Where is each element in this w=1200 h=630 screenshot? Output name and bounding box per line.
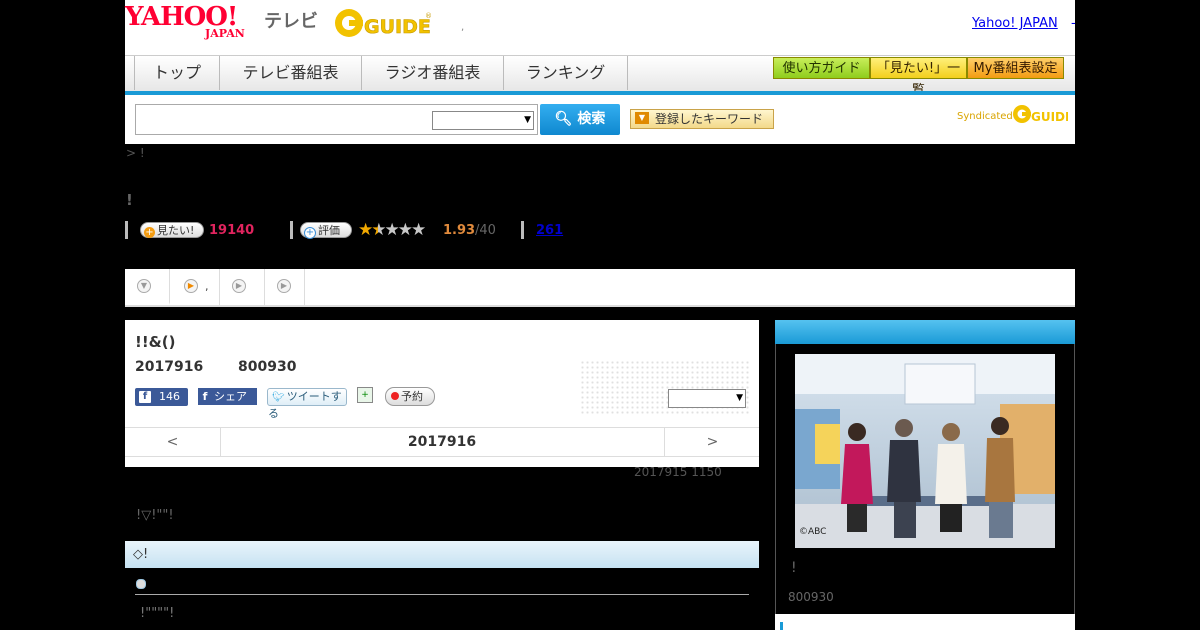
star-full-icon: ★ <box>358 220 373 240</box>
side-program-time: 800930 <box>788 590 834 604</box>
side-program-title: ! <box>791 560 797 576</box>
rating-max: /40 <box>475 223 496 238</box>
yahoo-logo-sub: JAPAN <box>205 27 245 40</box>
section-text: !""""! <box>140 606 175 621</box>
want-count: 19140 <box>209 223 255 238</box>
nav-top[interactable]: トップ <box>135 56 220 90</box>
chevron-down-circle-icon: ▼ <box>137 279 151 293</box>
reserve-label: 予約 <box>401 390 423 403</box>
syndicated-label: Syndicated <box>957 111 1013 122</box>
gguide-text: GUIDE <box>364 16 431 38</box>
yahoo-japan-link[interactable]: Yahoo! JAPAN <box>972 16 1058 31</box>
like-count: 146 <box>159 390 180 403</box>
want-button[interactable]: + 見たい! <box>140 222 204 238</box>
program-photo[interactable]: ©ABC <box>795 354 1055 548</box>
play-circle-icon: ▶ <box>277 279 291 293</box>
rate-button-label: 評価 <box>318 224 340 237</box>
chevron-down-icon: ▼ <box>524 115 531 125</box>
share-label: シェア <box>214 390 247 403</box>
plus-icon: + <box>304 227 316 239</box>
want-button-label: 見たい! <box>157 224 195 237</box>
prev-day-button[interactable]: < <box>125 428 221 456</box>
tab-3[interactable]: ▶ <box>265 269 305 305</box>
yahoo-japan-sep: - <box>1071 16 1076 31</box>
star-empty-icon: ★ <box>397 220 413 240</box>
episode-date: 2017916 <box>135 359 204 375</box>
rate-button[interactable]: + 評価 <box>300 222 352 239</box>
twitter-bird-icon: 🐦︎ <box>272 392 285 403</box>
nav-radio-schedule[interactable]: ラジオ番組表 <box>362 56 504 90</box>
rating-stars: ★★★★★ <box>358 220 426 240</box>
episode-headline: !▽!""! <box>136 508 174 523</box>
svg-text:®: ® <box>425 12 432 20</box>
photo-credit: ©ABC <box>799 527 826 537</box>
record-icon <box>391 392 399 400</box>
section-header <box>125 541 759 568</box>
search-icon: 🔍︎ <box>554 111 573 127</box>
gguide-logo[interactable]: GUIDE ® <box>334 6 432 40</box>
side-panel-footer <box>775 614 1075 630</box>
tab-0[interactable]: ▼ <box>125 269 170 305</box>
episode-title: !!&() <box>135 333 176 351</box>
facebook-icon: f <box>202 390 208 403</box>
header-dot: , <box>461 22 465 33</box>
nav-ranking[interactable]: ランキング <box>504 56 628 90</box>
play-circle-icon: ▶ <box>184 279 198 293</box>
keyword-button-label: 登録したキーワード <box>655 112 764 126</box>
search-category-select[interactable]: ▼ <box>432 111 534 130</box>
side-footer-accent <box>780 622 783 630</box>
search-button[interactable]: 🔍︎ 検索 <box>540 104 620 135</box>
episode-select[interactable]: ▼ <box>668 389 746 408</box>
next-day-button[interactable]: > <box>664 428 760 456</box>
reserve-button[interactable]: 予約 <box>385 387 435 406</box>
search-button-label: 検索 <box>577 111 606 127</box>
arrow-down-icon: ▼ <box>635 112 649 124</box>
tab-label: , <box>205 280 209 293</box>
star-half-icon: ★ <box>371 220 386 240</box>
want-list-button[interactable]: 「見たい!」一覧 <box>870 57 967 98</box>
program-title: ! <box>126 191 133 209</box>
episode-time: 800930 <box>238 359 297 375</box>
section-divider <box>135 594 749 595</box>
tweet-button[interactable]: 🐦︎ ツイートする <box>267 388 347 420</box>
current-day: 2017916 <box>407 434 477 450</box>
stat-divider <box>290 221 293 239</box>
facebook-share-button[interactable]: f シェア <box>198 388 257 405</box>
rating-value: 1.93 <box>443 223 476 238</box>
play-circle-icon: ▶ <box>232 279 246 293</box>
plus-icon: + <box>144 227 155 238</box>
my-schedule-button[interactable]: My番組表設定 <box>967 57 1064 79</box>
gguide-small-text: GUIDE <box>1031 110 1068 124</box>
stat-divider <box>521 221 524 239</box>
facebook-icon: f <box>139 391 151 403</box>
stat-divider <box>125 221 128 239</box>
keyword-button[interactable]: ▼ 登録したキーワード <box>630 109 774 129</box>
updated-timestamp: 2017915 1150 <box>634 465 722 479</box>
section-title: ◇! <box>133 547 149 562</box>
guide-button[interactable]: 使い方ガイド <box>773 57 870 79</box>
tab-1[interactable]: ▶ , <box>170 269 220 305</box>
chevron-down-icon: ▼ <box>736 393 743 403</box>
nav-tv-schedule[interactable]: テレビ番組表 <box>220 56 362 90</box>
review-count-link[interactable]: 261 <box>536 223 563 238</box>
add-calendar-icon[interactable]: + <box>357 387 373 403</box>
breadcrumb[interactable]: > ! <box>126 146 145 160</box>
star-empty-icon: ★ <box>411 220 426 240</box>
bullet-icon <box>136 579 146 589</box>
tab-2[interactable]: ▶ <box>220 269 265 305</box>
facebook-like-button[interactable]: f 146 <box>135 388 188 406</box>
tv-logo[interactable]: テレビ <box>264 7 318 33</box>
side-panel-header <box>775 320 1075 344</box>
gguide-small-logo: GUIDE <box>1012 102 1073 126</box>
star-empty-icon: ★ <box>384 220 400 240</box>
